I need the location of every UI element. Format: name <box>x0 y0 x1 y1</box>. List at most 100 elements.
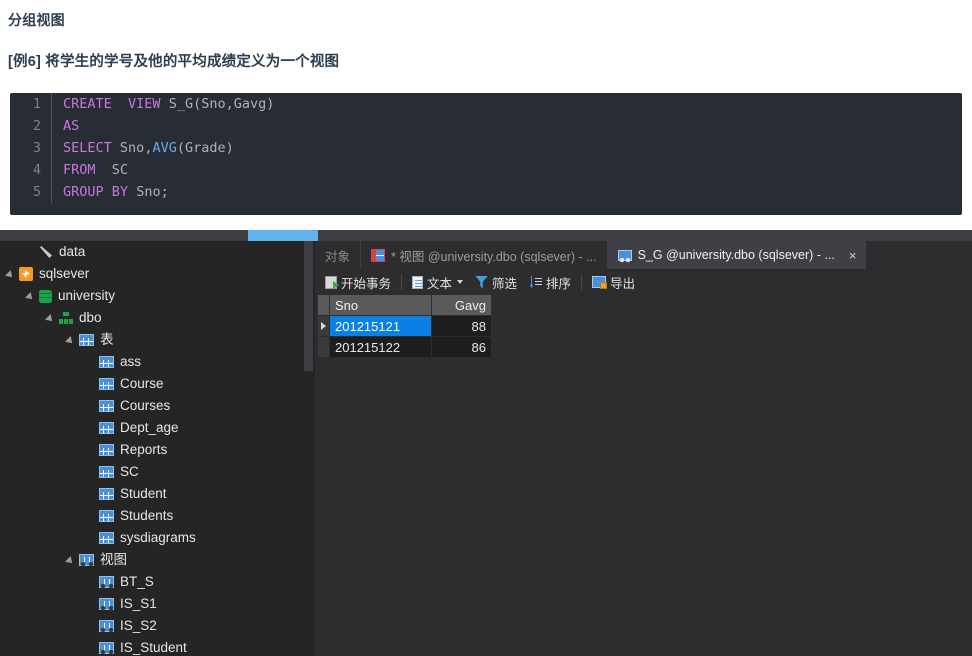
tree-node--[interactable]: 视图 <box>0 549 315 571</box>
toolbar-button-transaction[interactable]: 开始事务 <box>319 271 397 293</box>
close-icon[interactable]: × <box>849 249 857 262</box>
tree-node--[interactable]: 表 <box>0 329 315 351</box>
menu-item[interactable] <box>700 230 740 241</box>
tree-node-sysdiagrams[interactable]: sysdiagrams <box>0 527 315 549</box>
menu-item[interactable] <box>30 230 70 241</box>
grid-column-header[interactable]: Gavg <box>432 295 492 316</box>
tab-bar: 对象 * 视图 @university.dbo (sqlsever) - ... S… <box>315 241 972 269</box>
code-line-number: 5 <box>10 181 52 203</box>
grid-header-row: Sno Gavg <box>318 295 492 316</box>
menu-item[interactable] <box>110 230 150 241</box>
tree-node-label: 表 <box>100 332 114 347</box>
tree-node-sqlsever[interactable]: sqlsever <box>0 263 315 285</box>
chevron-down-icon[interactable] <box>457 280 464 284</box>
tree-node-course[interactable]: Course <box>0 373 315 395</box>
tree-node-dept_age[interactable]: Dept_age <box>0 417 315 439</box>
page-title: 分组视图 <box>8 12 65 28</box>
menu-item[interactable] <box>450 230 490 241</box>
toolbar-button-text[interactable]: 文本 <box>406 271 469 293</box>
tree-node-university[interactable]: university <box>0 285 315 307</box>
view-icon <box>99 642 115 655</box>
tree-node-is_student[interactable]: IS_Student <box>0 637 315 656</box>
menu-item[interactable] <box>545 230 585 241</box>
code-token: BY <box>111 184 129 200</box>
tree-node-data[interactable]: data <box>0 241 315 263</box>
grid-row[interactable]: 201215122 86 <box>318 337 492 358</box>
toolbar-button-label: 导出 <box>610 276 636 291</box>
ssms-window: data sqlsever university dbo 表 ass Course Cours… <box>0 230 972 656</box>
menu-item[interactable] <box>370 230 410 241</box>
grid-row[interactable]: 201215121 88 <box>318 316 492 337</box>
menu-bar-cropped <box>0 230 972 241</box>
grid-cell-sno[interactable]: 201215122 <box>330 337 432 358</box>
export-icon <box>592 276 608 289</box>
text-icon <box>412 275 424 289</box>
tree-node-sc[interactable]: SC <box>0 461 315 483</box>
code-line-text: SELECT Sno,AVG(Grade) <box>52 137 234 159</box>
tab-query-results[interactable]: S_G @university.dbo (sqlsever) - ... × <box>607 241 867 269</box>
toolbar-button-filter[interactable]: 筛选 <box>469 271 523 293</box>
grid-blue <box>99 444 114 456</box>
code-token: Sno <box>136 184 161 200</box>
tree-node-label: Course <box>120 376 164 391</box>
toolbar-button-export[interactable]: 导出 <box>586 271 641 293</box>
toolbar-separator <box>581 274 583 290</box>
menu-item[interactable] <box>620 230 660 241</box>
menu-item[interactable] <box>185 230 225 241</box>
tree-node-label: IS_Student <box>120 640 187 655</box>
sql-code-block: 1 CREATE VIEW S_G(Sno,Gavg) 2 AS 3 SELECT Sno… <box>10 93 962 215</box>
tree-node-label: BT_S <box>120 574 154 589</box>
tree-node-courses[interactable]: Courses <box>0 395 315 417</box>
tree-node-is_s2[interactable]: IS_S2 <box>0 615 315 637</box>
tree-node-label: data <box>59 244 86 259</box>
grid-row-selector-header[interactable] <box>318 295 330 316</box>
grid-blue <box>99 378 114 390</box>
chevron-expanded-icon[interactable] <box>46 313 57 324</box>
grid-row-selector[interactable] <box>318 316 330 337</box>
toolbar-button-label: 文本 <box>427 276 453 291</box>
menu-item[interactable] <box>860 230 900 241</box>
tree-node-label: IS_S1 <box>120 596 157 611</box>
results-toolbar: 开始事务 文本 筛选 排序 导出 <box>315 269 972 295</box>
code-line-number: 2 <box>10 115 52 137</box>
view-designer-icon <box>371 248 386 262</box>
tree-node-reports[interactable]: Reports <box>0 439 315 461</box>
grid-cell-gavg[interactable]: 88 <box>432 316 492 337</box>
menu-item[interactable] <box>310 230 350 241</box>
code-line: 5 GROUP BY Sno; <box>10 181 962 203</box>
results-grid[interactable]: Sno Gavg 201215121 88 201215122 86 <box>318 295 492 358</box>
object-explorer-panel[interactable]: data sqlsever university dbo 表 ass Course Cours… <box>0 241 315 656</box>
chevron-expanded-icon[interactable] <box>6 269 17 280</box>
tab-object-explorer[interactable]: 对象 <box>315 241 360 269</box>
object-explorer-scrollbar-thumb[interactable] <box>304 241 313 371</box>
toolbar-button-label: 筛选 <box>492 276 518 291</box>
tree-node-is_s1[interactable]: IS_S1 <box>0 593 315 615</box>
tab-label: S_G @university.dbo (sqlsever) - ... <box>637 248 835 262</box>
chevron-expanded-icon[interactable] <box>26 291 37 302</box>
menu-item[interactable] <box>790 230 830 241</box>
menu-item[interactable] <box>248 230 318 241</box>
tree-node-bt_s[interactable]: BT_S <box>0 571 315 593</box>
grid-cell-sno[interactable]: 201215121 <box>330 316 432 337</box>
grid-blue <box>99 488 114 500</box>
grid-row-selector[interactable] <box>318 337 330 358</box>
chevron-expanded-icon[interactable] <box>66 555 77 566</box>
tree-node-ass[interactable]: ass <box>0 351 315 373</box>
tree-node-students[interactable]: Students <box>0 505 315 527</box>
code-token: GROUP <box>63 184 104 200</box>
chevron-expanded-icon[interactable] <box>66 335 77 346</box>
grid-blue <box>99 466 114 478</box>
toolbar-button-sort[interactable]: 排序 <box>523 271 577 293</box>
grid-cell-gavg[interactable]: 86 <box>432 337 492 358</box>
code-token: , <box>225 96 234 112</box>
tree-node-dbo[interactable]: dbo <box>0 307 315 329</box>
grid-column-header[interactable]: Sno <box>330 295 432 316</box>
object-explorer-scrollbar-track[interactable] <box>304 241 314 656</box>
tab-view-designer[interactable]: * 视图 @university.dbo (sqlsever) - ... <box>360 241 608 269</box>
code-line: 2 AS <box>10 115 962 137</box>
tree-node-student[interactable]: Student <box>0 483 315 505</box>
